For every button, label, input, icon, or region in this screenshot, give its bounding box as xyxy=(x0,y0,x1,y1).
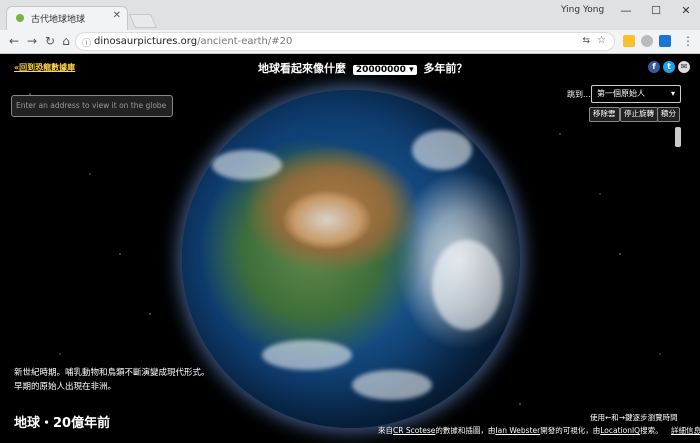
maximize-button[interactable]: ☐ xyxy=(642,2,670,20)
twitter-icon[interactable]: t xyxy=(663,61,675,73)
home-icon[interactable]: ⌂ xyxy=(58,33,74,49)
translate-icon[interactable]: ⇆ xyxy=(582,36,590,46)
title-suffix: 多年前？ xyxy=(423,62,468,75)
info-icon[interactable]: ⓘ xyxy=(82,36,91,49)
page-title: 地球看起來像什麼 20000000 ▾ 多年前？ xyxy=(258,60,467,76)
earth-globe[interactable] xyxy=(182,90,520,428)
browser-toolbar: ← → ↻ ⌂ ⓘ dinosaurpictures.org/ancient-e… xyxy=(0,30,700,54)
extension-icon[interactable] xyxy=(659,35,671,47)
browser-tab[interactable]: 古代地球地球 ✕ xyxy=(6,6,128,30)
era-description: 新世紀時期。哺乳動物和鳥類不斷演變成現代形式。早期的原始人出現在非洲。 xyxy=(14,368,210,392)
dinosaur-favicon-icon xyxy=(16,14,24,22)
extension-icon[interactable] xyxy=(623,35,635,47)
jump-label: 跳到... xyxy=(567,90,591,99)
title-prefix: 地球看起來像什麼 xyxy=(258,62,346,75)
mail-icon[interactable]: ✉ xyxy=(678,61,690,73)
profile-name[interactable]: Ying Yong xyxy=(561,5,604,15)
back-to-database-link[interactable]: «回到恐龍數據庫 xyxy=(14,62,75,73)
locationiq-link[interactable]: LocationIQ xyxy=(600,426,640,435)
keyboard-hint: 使用←和→鍵逐步瀏覽時間 xyxy=(590,413,678,422)
credits-text: 的數據和插圖，由 xyxy=(435,426,496,435)
credits-prefix: 來自 xyxy=(378,426,393,435)
jump-to-select[interactable]: 第一個原始人 ▾ xyxy=(591,85,681,103)
tab-strip: 古代地球地球 ✕ Ying Yong — ☐ ✕ xyxy=(0,0,700,30)
close-window-button[interactable]: ✕ xyxy=(672,2,700,20)
cloud xyxy=(412,130,472,170)
url-text: dinosaurpictures.org/ancient-earth/#20 xyxy=(94,36,293,47)
credits-line: 來自CR Scotese的數據和插圖，由Ian Webster開發的可視化，由L… xyxy=(378,425,700,436)
minimize-button[interactable]: — xyxy=(612,2,640,20)
ancient-earth-page: «回到恐龍數據庫 地球看起來像什麼 20000000 ▾ 多年前？ f t ✉ … xyxy=(0,54,700,443)
address-bar[interactable]: ⓘ dinosaurpictures.org/ancient-earth/#20… xyxy=(75,32,615,51)
jump-value: 第一個原始人 xyxy=(597,89,645,98)
menu-icon[interactable]: ⋮ xyxy=(680,33,696,49)
era-title: 地球・20億年前 xyxy=(14,416,111,431)
extension-icon[interactable] xyxy=(641,35,653,47)
details-link[interactable]: 詳細信息 » xyxy=(671,426,700,435)
cloud xyxy=(262,340,352,370)
new-tab-button[interactable] xyxy=(128,14,158,28)
years-ago-select[interactable]: 20000000 ▾ xyxy=(352,65,417,75)
cloud xyxy=(352,370,432,400)
chevron-down-icon: ▾ xyxy=(670,89,675,98)
facebook-icon[interactable]: f xyxy=(648,61,660,73)
tab-title: 古代地球地球 xyxy=(31,15,86,25)
remove-clouds-button[interactable]: 移除雲 xyxy=(589,107,620,122)
tab-close-icon[interactable]: ✕ xyxy=(113,10,121,21)
credits-button[interactable]: 積分 xyxy=(657,107,680,122)
stop-rotation-button[interactable]: 停止旋轉 xyxy=(620,107,658,122)
scotese-link[interactable]: CR Scotese xyxy=(393,426,435,435)
cloud xyxy=(212,150,282,180)
cloud xyxy=(432,240,502,330)
bookmark-star-icon[interactable]: ☆ xyxy=(597,35,606,46)
credits-text: 搜索。 xyxy=(640,426,663,435)
back-arrow-icon[interactable]: ← xyxy=(6,33,22,49)
scrollbar[interactable] xyxy=(675,127,681,147)
forward-arrow-icon[interactable]: → xyxy=(24,33,40,49)
credits-text: 開發的可視化，由 xyxy=(540,426,601,435)
reload-icon[interactable]: ↻ xyxy=(42,33,58,49)
browser-chrome: 古代地球地球 ✕ Ying Yong — ☐ ✕ ← → ↻ ⌂ ⓘ dinos… xyxy=(0,0,700,54)
address-search-input[interactable]: Enter an address to view it on the globe xyxy=(11,95,173,117)
webster-link[interactable]: Ian Webster xyxy=(495,426,540,435)
